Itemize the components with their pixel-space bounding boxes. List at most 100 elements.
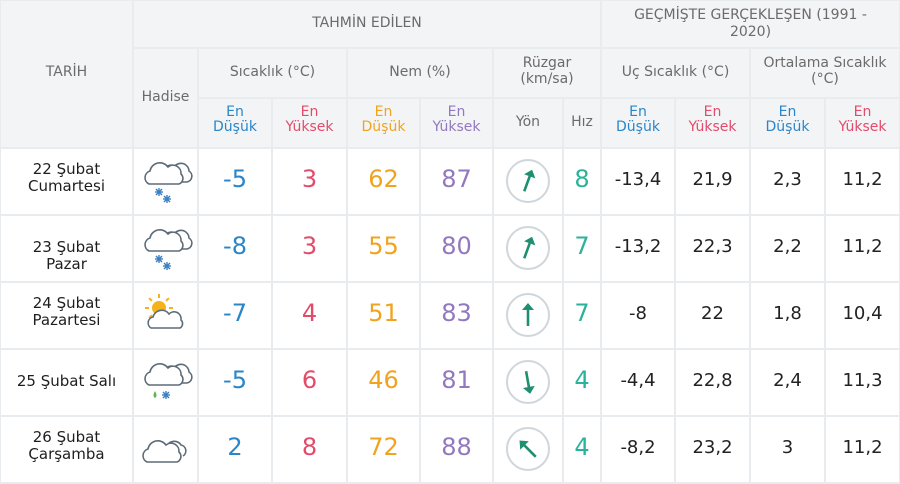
- wind-speed-value-cell: 7: [564, 216, 600, 281]
- sub-uc-max: En Yüksek: [676, 99, 749, 147]
- wind-speed-value-cell: 4: [564, 417, 600, 482]
- icon-cell: [134, 216, 197, 281]
- extreme-min-value-cell: -4,4: [602, 350, 674, 415]
- icon-cell: [134, 149, 197, 214]
- temp-max-value: 8: [301, 433, 318, 461]
- temp-min-value: -5: [223, 165, 247, 193]
- cloud-icon: [139, 424, 195, 478]
- header-uc-sicaklik-label: Uç Sıcaklık (°C): [621, 64, 730, 80]
- wind-speed-value: 7: [574, 299, 590, 327]
- weather-table: TARİH TAHMİN EDİLEN GEÇMİŞTE GERÇEKLEŞEN (…: [0, 0, 900, 484]
- extreme-max-value-cell: 22,8: [676, 350, 749, 415]
- date-text: 23 Şubat Pazar: [32, 238, 101, 274]
- humidity-max-value: 80: [441, 232, 472, 260]
- icon-cell: [134, 350, 197, 415]
- sub-nem-min-label: En Düşük: [361, 104, 406, 135]
- sub-ruzgar-yon: Yön: [494, 99, 562, 147]
- sun-cloud-icon: [139, 290, 195, 344]
- date-cell: 23 Şubat Pazar: [1, 216, 132, 281]
- wind-direction-icon: [505, 158, 551, 208]
- sub-nem-max: En Yüksek: [421, 99, 492, 147]
- humidity-min-value: 72: [368, 433, 399, 461]
- sub-sicaklik-max: En Yüksek: [273, 99, 346, 147]
- cloud-snow-icon: [139, 156, 195, 210]
- extreme-min-value-cell: -8,2: [602, 417, 674, 482]
- header-ortalama-sicaklik: Ortalama Sıcaklık (°C): [751, 49, 899, 97]
- sub-nem-min: En Düşük: [348, 99, 419, 147]
- header-ruzgar: Rüzgar (km/sa): [494, 49, 600, 97]
- date-cell: 22 Şubat Cumartesi: [1, 149, 132, 214]
- humidity-max-value-cell: 88: [421, 417, 492, 482]
- average-min-value: 2,2: [773, 236, 802, 257]
- wind-direction-icon: [505, 426, 551, 476]
- humidity-max-value-cell: 81: [421, 350, 492, 415]
- sub-sicaklik-max-label: En Yüksek: [285, 104, 334, 135]
- extreme-max-value-cell: 23,2: [676, 417, 749, 482]
- temp-max-value-cell: 4: [273, 283, 346, 348]
- humidity-min-value: 62: [368, 165, 399, 193]
- tahmin-label: TAHMİN EDİLEN: [312, 15, 422, 31]
- wind-speed-value: 7: [574, 232, 590, 260]
- temp-min-value-cell: -5: [199, 149, 271, 214]
- average-min-value: 1,8: [773, 303, 802, 324]
- wind-dir-cell: [494, 216, 562, 281]
- extreme-max-value: 22,8: [692, 370, 733, 391]
- icon-cell: [134, 417, 197, 482]
- wind-dir-cell: [494, 417, 562, 482]
- temp-min-value-cell: -7: [199, 283, 271, 348]
- humidity-min-value: 55: [368, 232, 399, 260]
- wind-speed-value-cell: 4: [564, 350, 600, 415]
- extreme-min-value-cell: -8: [602, 283, 674, 348]
- temp-max-value: 4: [301, 299, 318, 327]
- extreme-max-value: 22: [701, 303, 724, 324]
- extreme-max-value: 23,2: [692, 437, 733, 458]
- sub-uc-min-label: En Düşük: [616, 104, 660, 135]
- extreme-max-value: 21,9: [692, 169, 733, 190]
- header-gecmis: GEÇMİŞTE GERÇEKLEŞEN (1991 - 2020): [602, 1, 899, 47]
- temp-min-value: -8: [223, 232, 247, 260]
- wind-dir-cell: [494, 283, 562, 348]
- wind-dir-cell: [494, 149, 562, 214]
- extreme-min-value-cell: -13,4: [602, 149, 674, 214]
- sub-uc-min: En Düşük: [602, 99, 674, 147]
- date-cell: 24 Şubat Pazartesi: [1, 283, 132, 348]
- humidity-min-value-cell: 62: [348, 149, 419, 214]
- average-min-value: 2,4: [773, 370, 802, 391]
- temp-min-value: 2: [227, 433, 243, 461]
- wind-speed-value: 8: [574, 165, 590, 193]
- extreme-min-value-cell: -13,2: [602, 216, 674, 281]
- extreme-min-value: -4,4: [620, 370, 656, 391]
- temp-min-value: -7: [223, 299, 247, 327]
- wind-direction-icon: [505, 359, 551, 409]
- header-tarih: TARİH: [1, 1, 132, 147]
- gecmis-label: GEÇMİŞTE GERÇEKLEŞEN (1991 - 2020): [634, 7, 867, 40]
- wind-speed-value: 4: [574, 366, 590, 394]
- sub-ort-max: En Yüksek: [826, 99, 899, 147]
- sub-sicaklik-min: En Düşük: [199, 99, 271, 147]
- wind-direction-icon: [505, 225, 551, 275]
- temp-max-value-cell: 8: [273, 417, 346, 482]
- temp-min-value-cell: -5: [199, 350, 271, 415]
- extreme-max-value: 22,3: [692, 236, 733, 257]
- sub-ruzgar-yon-label: Yön: [515, 114, 541, 130]
- humidity-max-value-cell: 83: [421, 283, 492, 348]
- average-min-value-cell: 3: [751, 417, 824, 482]
- extreme-max-value-cell: 22: [676, 283, 749, 348]
- average-max-value-cell: 11,3: [826, 350, 899, 415]
- humidity-max-value-cell: 80: [421, 216, 492, 281]
- sub-ort-min: En Düşük: [751, 99, 824, 147]
- extreme-max-value-cell: 22,3: [676, 216, 749, 281]
- wind-speed-value-cell: 7: [564, 283, 600, 348]
- cloud-snow-icon: [139, 223, 195, 277]
- average-max-value-cell: 11,2: [826, 417, 899, 482]
- wind-dir-cell: [494, 350, 562, 415]
- temp-max-value: 3: [301, 165, 318, 193]
- sub-uc-max-label: En Yüksek: [688, 104, 737, 135]
- temp-max-value-cell: 3: [273, 149, 346, 214]
- header-ortalama-sicaklik-label: Ortalama Sıcaklık (°C): [763, 55, 887, 88]
- humidity-max-value: 87: [441, 165, 472, 193]
- header-nem: Nem (%): [348, 49, 492, 97]
- temp-max-value: 6: [301, 366, 318, 394]
- tarih-label: TARİH: [45, 64, 88, 80]
- average-min-value-cell: 2,2: [751, 216, 824, 281]
